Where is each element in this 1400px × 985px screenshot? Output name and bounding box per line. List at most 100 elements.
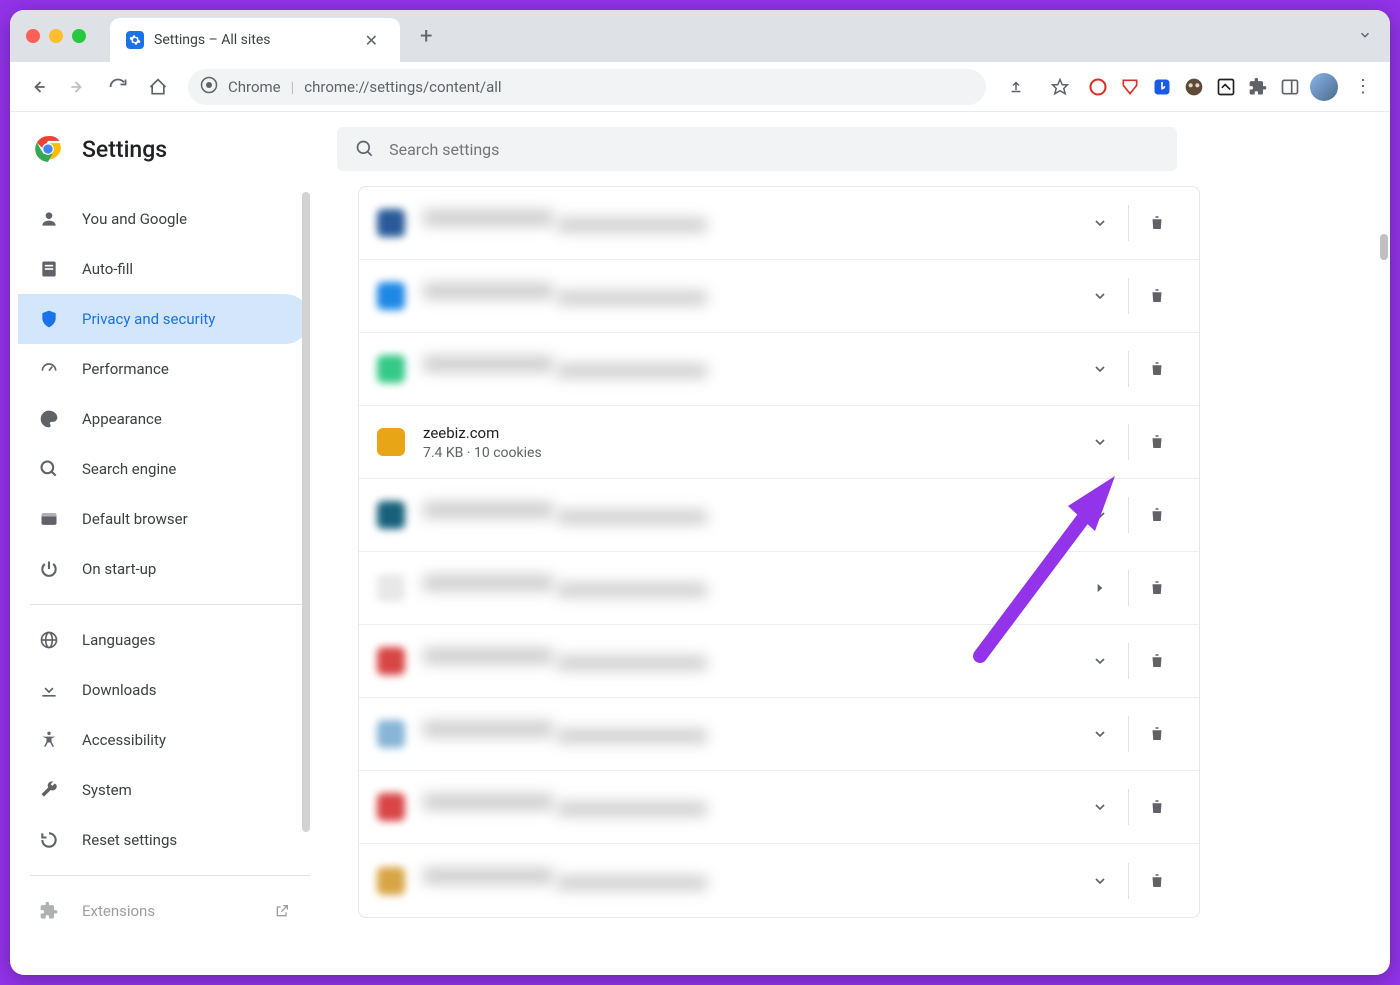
- browser-icon: [38, 508, 60, 530]
- close-window-button[interactable]: [26, 29, 40, 43]
- delete-button[interactable]: [1133, 564, 1181, 612]
- toolbar-actions: ⋮: [998, 69, 1380, 105]
- site-row[interactable]: [359, 479, 1199, 552]
- sidepanel-button[interactable]: [1278, 75, 1302, 99]
- sidebar-item-default-browser[interactable]: Default browser: [18, 494, 310, 544]
- wrench-icon: [38, 779, 60, 801]
- minimize-window-button[interactable]: [49, 29, 63, 43]
- profile-avatar[interactable]: [1310, 73, 1338, 101]
- sidebar-item-label: Appearance: [82, 410, 162, 428]
- new-tab-button[interactable]: +: [412, 24, 440, 49]
- search-settings-box[interactable]: [337, 127, 1177, 171]
- settings-sidebar: You and Google Auto-fill Privacy and sec…: [10, 186, 310, 975]
- share-button[interactable]: [998, 69, 1034, 105]
- sites-list: zeebiz.com 7.4 KB · 10 cookies: [358, 186, 1200, 918]
- site-meta: [557, 218, 707, 232]
- content-area: zeebiz.com 7.4 KB · 10 cookies: [310, 186, 1390, 975]
- expand-button[interactable]: [1076, 857, 1124, 905]
- sidebar-item-reset[interactable]: Reset settings: [18, 815, 310, 865]
- close-tab-button[interactable]: ✕: [359, 29, 384, 52]
- site-info: [423, 210, 1076, 236]
- content-scrollbar[interactable]: [1380, 234, 1388, 260]
- delete-button[interactable]: [1133, 491, 1181, 539]
- settings-header: Settings: [10, 112, 1390, 186]
- sidebar-item-label: Accessibility: [82, 731, 166, 749]
- site-row[interactable]: [359, 333, 1199, 406]
- sidebar-item-you-and-google[interactable]: You and Google: [18, 194, 310, 244]
- sidebar-item-startup[interactable]: On start-up: [18, 544, 310, 594]
- reload-button[interactable]: [100, 69, 136, 105]
- bookmark-button[interactable]: [1042, 69, 1078, 105]
- kebab-menu-button[interactable]: ⋮: [1346, 78, 1380, 96]
- sidebar-item-autofill[interactable]: Auto-fill: [18, 244, 310, 294]
- expand-button[interactable]: [1076, 783, 1124, 831]
- sidebar-item-downloads[interactable]: Downloads: [18, 665, 310, 715]
- site-row[interactable]: [359, 844, 1199, 917]
- expand-button[interactable]: [1076, 418, 1124, 466]
- sidebar-item-search-engine[interactable]: Search engine: [18, 444, 310, 494]
- site-row[interactable]: [359, 260, 1199, 333]
- expand-button[interactable]: [1076, 491, 1124, 539]
- extension-icon-3[interactable]: [1150, 75, 1174, 99]
- sidebar-item-label: Performance: [82, 360, 169, 378]
- extensions-button[interactable]: [1246, 75, 1270, 99]
- site-info-icon[interactable]: [200, 76, 218, 98]
- expand-button[interactable]: [1076, 710, 1124, 758]
- sidebar-item-label: Reset settings: [82, 831, 177, 849]
- browser-tab[interactable]: Settings – All sites ✕: [110, 18, 400, 62]
- tabs-dropdown-button[interactable]: [1358, 27, 1372, 46]
- chrome-logo-icon: [34, 135, 62, 163]
- site-row[interactable]: [359, 187, 1199, 260]
- expand-button[interactable]: [1076, 564, 1124, 612]
- extension-icon-1[interactable]: [1086, 75, 1110, 99]
- delete-button[interactable]: [1133, 783, 1181, 831]
- delete-button[interactable]: [1133, 857, 1181, 905]
- sidebar-item-label: Privacy and security: [82, 310, 215, 328]
- sidebar-scrollbar[interactable]: [302, 192, 310, 832]
- maximize-window-button[interactable]: [72, 29, 86, 43]
- forward-button[interactable]: [60, 69, 96, 105]
- sidebar-item-performance[interactable]: Performance: [18, 344, 310, 394]
- site-row[interactable]: [359, 625, 1199, 698]
- delete-button[interactable]: [1133, 418, 1181, 466]
- autofill-icon: [38, 258, 60, 280]
- delete-button[interactable]: [1133, 199, 1181, 247]
- browser-window: Settings – All sites ✕ + Chrome |: [10, 10, 1390, 975]
- delete-button[interactable]: [1133, 345, 1181, 393]
- extension-icon-4[interactable]: [1182, 75, 1206, 99]
- delete-button[interactable]: [1133, 272, 1181, 320]
- address-bar[interactable]: Chrome | chrome://settings/content/all: [188, 69, 986, 105]
- home-button[interactable]: [140, 69, 176, 105]
- site-row[interactable]: [359, 771, 1199, 844]
- sidebar-item-languages[interactable]: Languages: [18, 615, 310, 665]
- site-name: zeebiz.com: [423, 424, 1076, 442]
- expand-button[interactable]: [1076, 272, 1124, 320]
- expand-button[interactable]: [1076, 345, 1124, 393]
- extension-icon-2[interactable]: [1118, 75, 1142, 99]
- site-name: [423, 575, 553, 591]
- search-input[interactable]: [389, 140, 1159, 159]
- sidebar-divider: [30, 604, 310, 605]
- sidebar-item-system[interactable]: System: [18, 765, 310, 815]
- sidebar-item-accessibility[interactable]: Accessibility: [18, 715, 310, 765]
- expand-button[interactable]: [1076, 637, 1124, 685]
- site-info: zeebiz.com 7.4 KB · 10 cookies: [423, 424, 1076, 461]
- site-info: [423, 283, 1076, 309]
- power-icon: [38, 558, 60, 580]
- sidebar-item-extensions[interactable]: Extensions: [18, 886, 310, 936]
- extension-icon-5[interactable]: [1214, 75, 1238, 99]
- delete-button[interactable]: [1133, 637, 1181, 685]
- site-favicon: [377, 867, 405, 895]
- site-info: [423, 794, 1076, 820]
- sidebar-item-privacy[interactable]: Privacy and security: [18, 294, 310, 344]
- site-meta: [557, 729, 707, 743]
- site-favicon: [377, 209, 405, 237]
- site-row[interactable]: [359, 698, 1199, 771]
- delete-button[interactable]: [1133, 710, 1181, 758]
- site-row[interactable]: [359, 552, 1199, 625]
- sidebar-item-appearance[interactable]: Appearance: [18, 394, 310, 444]
- expand-button[interactable]: [1076, 199, 1124, 247]
- back-button[interactable]: [20, 69, 56, 105]
- sidebar-item-label: System: [82, 781, 132, 799]
- site-row[interactable]: zeebiz.com 7.4 KB · 10 cookies: [359, 406, 1199, 479]
